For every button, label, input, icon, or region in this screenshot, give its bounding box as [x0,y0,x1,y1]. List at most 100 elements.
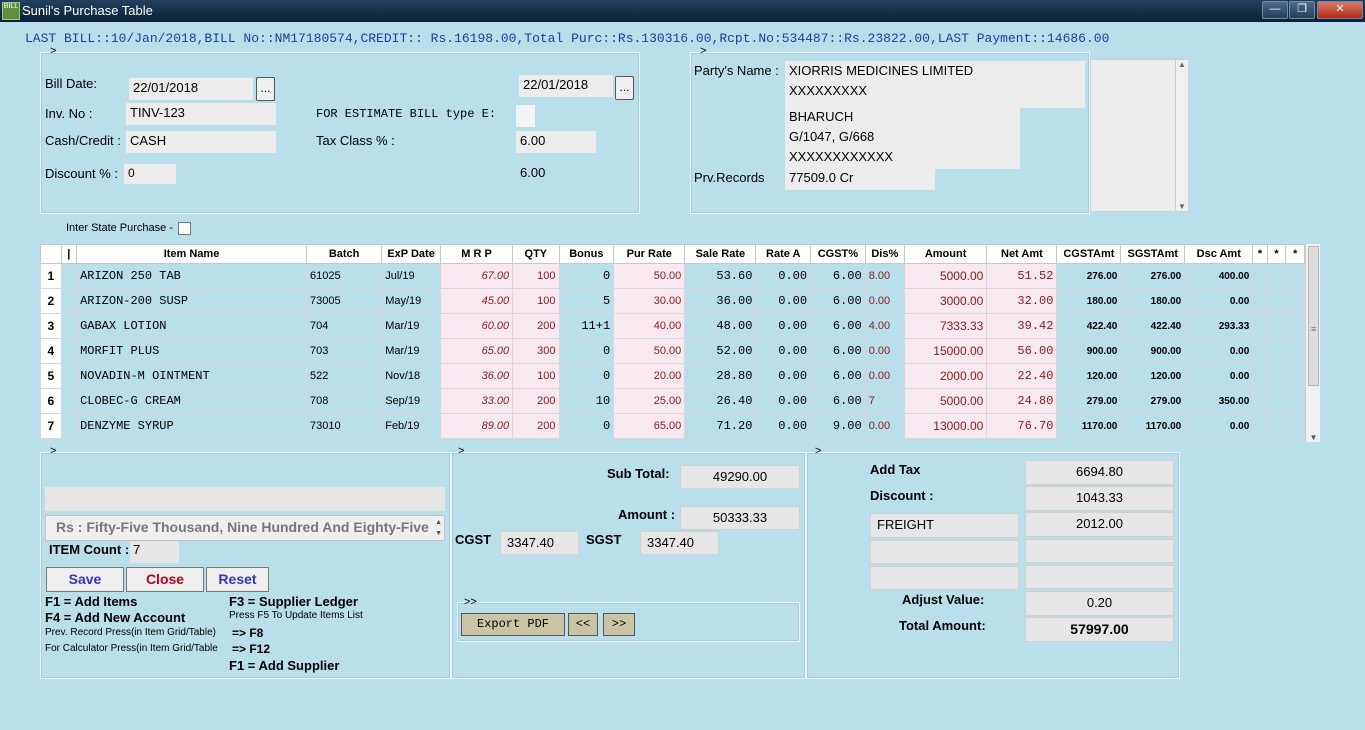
col-header-star[interactable]: * [1285,244,1305,264]
col-header-mrp[interactable]: M R P [439,244,514,264]
inv-no-field[interactable]: TINV-123 [126,103,276,125]
extra-label-field-1[interactable] [870,540,1019,564]
exp-date[interactable]: Mar/19 [381,313,441,339]
discount-field[interactable]: 0 [124,164,176,184]
close-button[interactable]: Close [126,567,204,592]
bill-date-picker-button[interactable]: ... [256,77,275,101]
table-row[interactable]: 7 DENZYME SYRUP 73010 Feb/19 89.00 200 0 65.00 7… [40,413,1305,439]
table-row[interactable]: 1 ARIZON 250 TAB 61025 Jul/19 67.00 100 0 50.00… [40,263,1305,289]
star-cell[interactable] [1252,263,1268,289]
item-name[interactable]: MORFIT PLUS [76,338,307,364]
row-marker[interactable] [60,313,78,339]
bonus[interactable]: 0 [558,413,615,439]
table-row[interactable]: 6 CLOBEC-G CREAM 708 Sep/19 33.00 200 10 25.00 2… [40,388,1305,414]
star-cell[interactable] [1266,338,1287,364]
amount-words-spinner-icon[interactable]: ▲ ▼ [435,517,442,539]
col-header[interactable]: | [60,244,78,264]
row-marker[interactable] [60,413,78,439]
grid-scroll-thumb[interactable] [1308,246,1319,386]
freight-label-field[interactable]: FREIGHT [870,513,1019,538]
star-cell[interactable] [1266,313,1287,339]
qty[interactable]: 100 [512,288,560,314]
mrp[interactable]: 89.00 [439,413,514,439]
row-number[interactable]: 1 [40,263,62,289]
sale-rate[interactable]: 26.40 [684,388,757,414]
star-cell[interactable] [1252,388,1268,414]
table-row[interactable]: 2 ARIZON-200 SUSP 73005 May/19 45.00 100 5 30.0… [40,288,1305,314]
batch[interactable]: 703 [305,338,383,364]
qty[interactable]: 100 [512,263,560,289]
star-cell[interactable] [1285,288,1305,314]
bonus[interactable]: 0 [558,263,615,289]
pur-rate[interactable]: 50.00 [613,338,686,364]
dis-pct[interactable]: 0.00 [864,338,905,364]
row-number[interactable]: 3 [40,313,62,339]
dsc-amt[interactable]: 0.00 [1184,413,1254,439]
dsc-amt[interactable]: 0.00 [1184,338,1254,364]
star-cell[interactable] [1252,288,1268,314]
qty[interactable]: 100 [512,363,560,389]
party-name-field[interactable]: XIORRIS MEDICINES LIMITED XXXXXXXXX [785,61,1085,108]
amount[interactable]: 3000.00 [903,288,988,314]
cgst-pct[interactable]: 6.00 [810,313,866,339]
extra-label-field-2[interactable] [870,566,1019,590]
sgst-amt[interactable]: 276.00 [1120,263,1186,289]
star-cell[interactable] [1266,288,1287,314]
cgst-pct[interactable]: 6.00 [810,288,866,314]
col-header-pur-rate[interactable]: Pur Rate [613,244,686,264]
extra-value-field-2[interactable] [1025,565,1174,589]
inter-state-checkbox[interactable] [178,222,191,235]
table-row[interactable]: 3 GABAX LOTION 704 Mar/19 60.00 200 11+1 40.00 4… [40,313,1305,339]
amount[interactable]: 5000.00 [903,388,988,414]
save-button[interactable]: Save [46,567,124,592]
amount[interactable]: 13000.00 [903,413,988,439]
dsc-amt[interactable]: 293.33 [1184,313,1254,339]
amount[interactable]: 7333.33 [903,313,988,339]
scroll-up-icon[interactable]: ▲ [1176,60,1188,69]
pur-rate[interactable]: 30.00 [613,288,686,314]
row-marker[interactable] [60,388,78,414]
batch[interactable]: 708 [305,388,383,414]
col-header-dsc-amt[interactable]: Dsc Amt [1184,244,1254,264]
dis-pct[interactable]: 4.00 [864,313,905,339]
row-number[interactable]: 4 [40,338,62,364]
dsc-amt[interactable]: 0.00 [1184,363,1254,389]
sale-rate[interactable]: 52.00 [684,338,757,364]
rate-a[interactable]: 0.00 [755,363,812,389]
cgst-amt[interactable]: 1170.00 [1056,413,1122,439]
row-marker[interactable] [60,288,78,314]
col-header-rate-a[interactable]: Rate A [755,244,812,264]
col-header-cgst-amt[interactable]: CGSTAmt [1056,244,1122,264]
bill-date-field[interactable]: 22/01/2018 [129,78,253,100]
mrp[interactable]: 45.00 [439,288,514,314]
exp-date[interactable]: May/19 [381,288,441,314]
rate-a[interactable]: 0.00 [755,388,812,414]
cgst-amt[interactable]: 279.00 [1056,388,1122,414]
sale-rate[interactable]: 48.00 [684,313,757,339]
star-cell[interactable] [1252,313,1268,339]
star-cell[interactable] [1252,413,1268,439]
net-amt[interactable]: 76.70 [986,413,1058,439]
row-number[interactable]: 7 [40,413,62,439]
sgst-amt[interactable]: 1170.00 [1120,413,1186,439]
items-grid[interactable]: | Item Name Batch ExP Date M R P QTY Bon… [40,244,1320,442]
batch[interactable]: 522 [305,363,383,389]
row-number[interactable]: 5 [40,363,62,389]
col-header-batch[interactable]: Batch [305,244,383,264]
second-date-field[interactable]: 22/01/2018 [519,75,613,97]
item-name[interactable]: CLOBEC-G CREAM [76,388,307,414]
col-header-sgst-amt[interactable]: SGSTAmt [1120,244,1186,264]
amount[interactable]: 15000.00 [903,338,988,364]
sale-rate[interactable]: 36.00 [684,288,757,314]
dis-pct[interactable]: 0.00 [864,363,905,389]
tax-class-field[interactable]: 6.00 [516,131,596,153]
cgst-pct[interactable]: 6.00 [810,363,866,389]
dsc-amt[interactable]: 350.00 [1184,388,1254,414]
maximize-icon[interactable]: ❐ [1289,1,1315,19]
rate-a[interactable]: 0.00 [755,263,812,289]
star-cell[interactable] [1285,313,1305,339]
star-cell[interactable] [1252,338,1268,364]
bonus[interactable]: 0 [558,338,615,364]
row-number[interactable]: 6 [40,388,62,414]
bonus[interactable]: 0 [558,363,615,389]
